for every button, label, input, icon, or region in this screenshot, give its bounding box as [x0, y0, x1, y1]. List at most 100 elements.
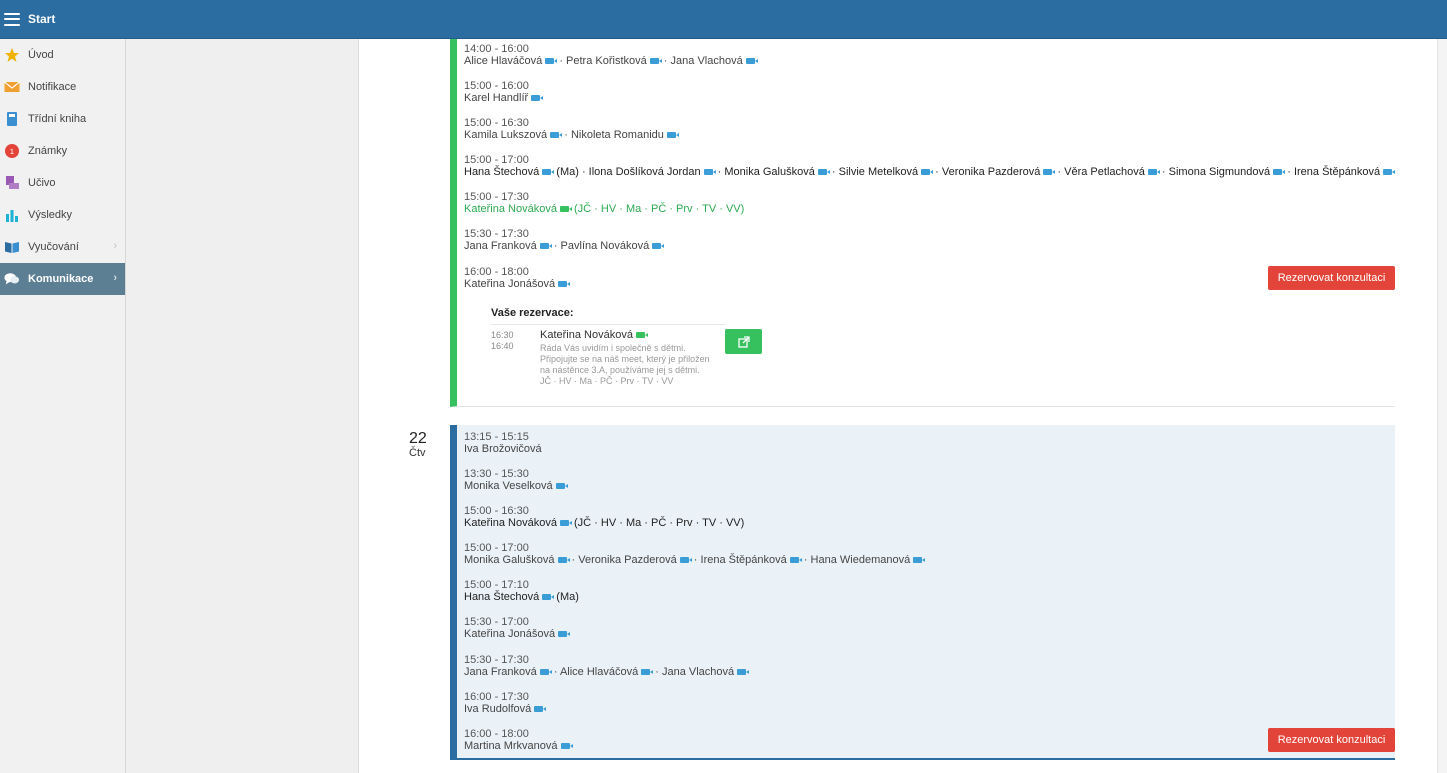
envelope-icon	[4, 79, 20, 95]
video-camera-icon	[666, 132, 679, 139]
grades-icon: 1	[4, 143, 20, 159]
reservation-teacher-name: Kateřina Nováková	[540, 329, 633, 341]
teacher-name[interactable]: Simona Sigmundová	[1169, 166, 1271, 178]
teacher-name[interactable]: Ilona Došlíková Jordan	[589, 166, 701, 178]
time-slot: 14:00 - 16:00 Alice Hlaváčová · Petra Koř…	[464, 43, 758, 67]
sidebar-item-komunikace[interactable]: Komunikace ›	[0, 263, 125, 295]
sidebar-item-vysledky[interactable]: Výsledky	[0, 199, 125, 231]
teacher-name[interactable]: Jana Franková	[464, 666, 537, 678]
teacher-name[interactable]: Nikoleta Romanidu	[571, 129, 664, 141]
reserve-consultation-button[interactable]: Rezervovat konzultaci	[1268, 266, 1395, 290]
slot-teachers: Kateřina Jonášová	[464, 278, 571, 290]
sidebar-item-notifikace[interactable]: Notifikace	[0, 71, 125, 103]
teacher-name[interactable]: Irena Štěpánková	[701, 554, 787, 566]
teacher-name[interactable]: Jana Vlachová	[671, 55, 743, 67]
video-camera-icon	[555, 483, 568, 490]
reservation-card: 16:30 16:40 Kateřina Nováková Ráda Vás u…	[491, 324, 726, 386]
slot-time: 15:00 - 17:10	[464, 579, 529, 591]
teacher-name[interactable]: Pavlína Nováková	[561, 240, 650, 252]
open-meeting-button[interactable]	[725, 329, 762, 354]
slot-time: 15:30 - 17:30	[464, 654, 529, 666]
chevron-right-icon: ›	[113, 240, 117, 252]
separator: ·	[561, 129, 571, 141]
chat-icon	[4, 271, 20, 287]
reservation-time-to: 16:40	[491, 341, 514, 351]
video-camera-icon	[679, 557, 692, 564]
video-camera-icon	[557, 557, 570, 564]
sidebar-item-znamky[interactable]: 1 Známky	[0, 135, 125, 167]
teacher-name[interactable]: Kateřina Nováková	[464, 517, 557, 529]
separator: ·	[578, 166, 589, 178]
separator: ·	[652, 666, 662, 678]
separator: ·	[932, 166, 942, 178]
separator: ·	[660, 55, 671, 67]
separator: ·	[828, 166, 839, 178]
slot-teachers: Jana Franková · Alice Hlaváčová · Jana V…	[464, 666, 750, 678]
slot-time: 15:00 - 16:30	[464, 505, 529, 517]
time-slot: 15:30 - 17:00 Kateřina Jonášová	[464, 616, 571, 640]
time-slot: 13:30 - 15:30 Monika Veselková	[464, 468, 568, 492]
sidebar-item-label: Vyučování	[28, 241, 79, 253]
teacher-name[interactable]: Martina Mrkvanová	[464, 740, 558, 752]
teacher-name[interactable]: Alice Hlaváčová	[464, 55, 542, 67]
teacher-name[interactable]: Monika Galušková	[464, 554, 555, 566]
sidebar-item-label: Třídní kniha	[28, 113, 87, 125]
video-camera-icon	[539, 669, 552, 676]
video-camera-icon	[1043, 169, 1056, 176]
reservation-time: 16:30 16:40	[491, 330, 514, 352]
separator: ·	[714, 166, 725, 178]
slot-time: 15:00 - 17:00	[464, 154, 529, 166]
reserve-consultation-button[interactable]: Rezervovat konzultaci	[1268, 728, 1395, 752]
sidebar-item-label: Úvod	[28, 49, 54, 61]
time-slot: 13:15 - 15:15 Iva Brožovičová	[464, 431, 542, 455]
teacher-name[interactable]: Veronika Pazderová	[942, 166, 1040, 178]
teacher-name[interactable]: Kateřina Jonášová	[464, 628, 555, 640]
teacher-name[interactable]: Veronika Pazderová	[578, 554, 676, 566]
sidebar: Úvod Notifikace Třídní kniha 1 Známky Uč…	[0, 39, 126, 773]
teacher-name[interactable]: Věra Petlachová	[1064, 166, 1145, 178]
sidebar-item-vyucovani[interactable]: Vyučování ›	[0, 231, 125, 263]
sidebar-item-tridni-kniha[interactable]: Třídní kniha	[0, 103, 125, 135]
teacher-name[interactable]: Silvie Metelková	[839, 166, 918, 178]
slot-time: 13:30 - 15:30	[464, 468, 529, 480]
teacher-name[interactable]: Hana Štechová	[464, 591, 539, 603]
app-title[interactable]: Start	[28, 12, 55, 26]
teacher-name[interactable]: Kateřina Nováková	[464, 203, 557, 215]
slot-teachers: Kateřina Nováková (JČ · HV · Ma · PČ · P…	[464, 517, 744, 529]
teacher-name[interactable]: Jana Franková	[464, 240, 537, 252]
teacher-name[interactable]: Iva Brožovičová	[464, 443, 542, 455]
time-slot: 15:00 - 16:30 Kateřina Nováková (JČ · HV …	[464, 505, 744, 529]
separator: ·	[556, 55, 567, 67]
left-gutter	[126, 39, 359, 773]
teacher-name[interactable]: Iva Rudolfová	[464, 703, 531, 715]
teacher-name[interactable]: Karel Handlíř	[464, 92, 528, 104]
teacher-name[interactable]: Kamila Lukszová	[464, 129, 547, 141]
teacher-name[interactable]: Irena Štěpánková	[1294, 166, 1380, 178]
teacher-name[interactable]: Petra Kořistková	[566, 55, 647, 67]
teacher-name[interactable]: Monika Veselková	[464, 480, 553, 492]
menu-icon[interactable]	[4, 12, 20, 26]
sidebar-item-label: Známky	[28, 145, 68, 157]
time-slot: 16:00 - 18:00 Kateřina Jonášová	[464, 266, 571, 290]
time-slot: 16:00 - 18:00 Martina Mrkvanová	[464, 728, 573, 752]
sidebar-item-uvod[interactable]: Úvod	[0, 39, 125, 71]
subjects: (Ma)	[553, 166, 579, 178]
video-camera-icon	[539, 243, 552, 250]
teacher-name[interactable]: Jana Vlachová	[662, 666, 734, 678]
slot-time: 15:00 - 17:00	[464, 542, 529, 554]
teacher-name[interactable]: Hana Štechová	[464, 166, 539, 178]
video-camera-icon	[1383, 169, 1396, 176]
sidebar-item-label: Notifikace	[28, 81, 77, 93]
separator: ·	[1158, 166, 1169, 178]
teacher-name[interactable]: Hana Wiedemanová	[811, 554, 911, 566]
teacher-name[interactable]: Kateřina Jonášová	[464, 278, 555, 290]
video-camera-icon	[542, 169, 555, 176]
scrollbar[interactable]	[1437, 39, 1447, 773]
top-bar: Start	[0, 0, 1447, 39]
teacher-name[interactable]: Alice Hlaváčová	[560, 666, 638, 678]
sidebar-item-ucivo[interactable]: Učivo	[0, 167, 125, 199]
slot-teachers: Kamila Lukszová · Nikoleta Romanidu	[464, 129, 679, 141]
video-camera-icon	[559, 520, 572, 527]
time-slot: 15:00 - 16:00 Karel Handlíř	[464, 80, 544, 104]
teacher-name[interactable]: Monika Galušková	[724, 166, 815, 178]
